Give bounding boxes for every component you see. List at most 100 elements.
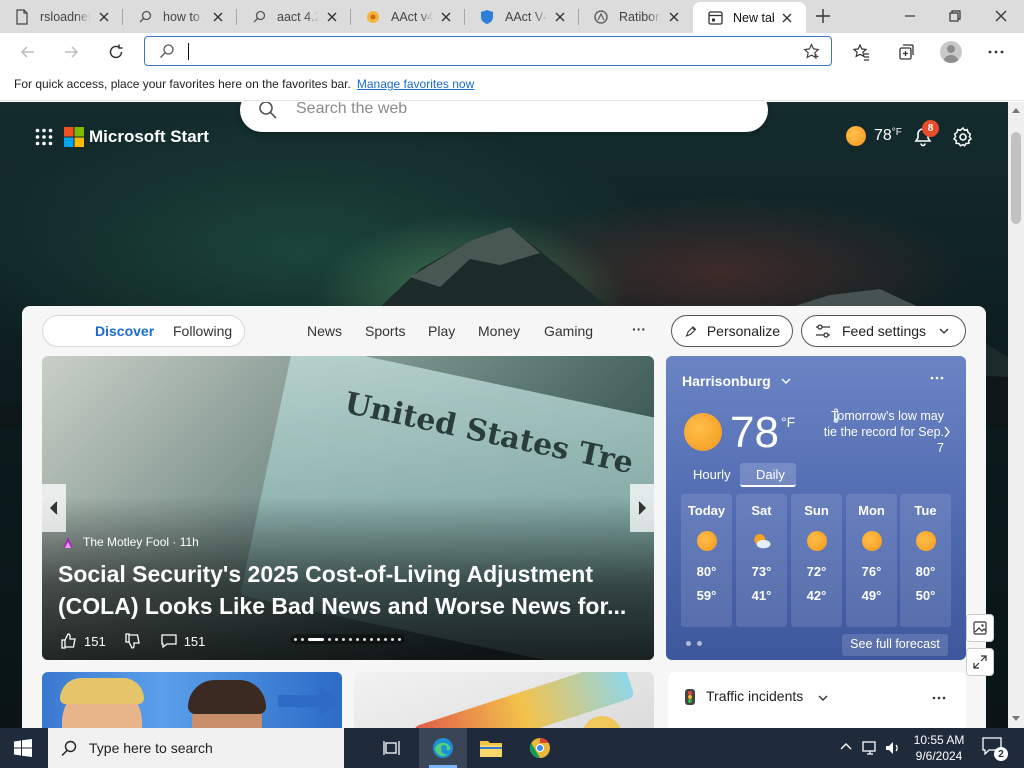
motley-fool-logo-icon [63,537,73,548]
system-clock[interactable]: 10:55 AM 9/6/2024 [908,732,970,764]
chevron-down-icon[interactable] [818,693,828,703]
carousel-next-arrow[interactable] [630,484,654,532]
add-favorite-star-icon[interactable] [803,43,820,60]
like-thumbs-up-icon[interactable] [60,632,78,650]
comment-count: 151 [183,633,206,649]
category-gaming[interactable]: Gaming [544,323,593,339]
article-reactions: 151 151 [60,632,205,650]
close-icon[interactable] [211,10,225,24]
tab-rsloadnet[interactable]: rsloadnet [0,0,123,33]
carousel-prev-arrow[interactable] [42,484,66,532]
weather-location[interactable]: Harrisonburg [682,373,791,389]
profile-avatar[interactable] [940,41,962,63]
header-weather[interactable]: 78 °F [846,126,902,146]
settings-gear-icon[interactable] [952,126,974,148]
scroll-down-arrow-icon[interactable] [1012,716,1020,722]
collections-icon[interactable] [896,42,916,62]
forecast-day[interactable]: Sun 72° 42° [791,494,842,627]
see-full-forecast-link[interactable]: See full forecast [842,634,948,656]
traffic-card[interactable]: Traffic incidents [668,672,966,728]
scroll-up-arrow-icon[interactable] [1012,107,1020,113]
app-launcher-grid-icon[interactable] [35,128,53,146]
edge-taskbar-button[interactable] [419,728,467,768]
scroll-thumb[interactable] [1011,132,1021,224]
news-card-politics[interactable] [42,672,342,728]
back-arrow-icon[interactable] [18,42,38,62]
favorites-star-icon[interactable] [851,42,871,62]
more-options-icon[interactable] [986,42,1006,62]
site-icon [593,9,609,25]
feed-settings-label: Feed settings [842,323,927,339]
personalize-button[interactable]: Personalize [671,315,793,347]
tab-title: New tab [733,10,774,25]
tab-ratiborus[interactable]: Ratiborus [579,0,693,33]
chevron-up-icon[interactable] [840,742,852,750]
tab-aact-search[interactable]: aact 4.2.2 [237,0,351,33]
forecast-day[interactable]: Today 80° 59° [681,494,732,627]
minimize-icon[interactable] [900,6,920,26]
new-tab-page-icon [707,10,723,26]
background-image-button[interactable] [966,614,994,642]
category-play[interactable]: Play [428,323,455,339]
tab-aact-v4[interactable]: AAct v4.2.2 [351,0,465,33]
weather-pager[interactable] [686,641,702,646]
chrome-taskbar-button[interactable] [516,728,564,768]
close-icon[interactable] [667,10,681,24]
file-explorer-button[interactable] [467,728,515,768]
forecast-day[interactable]: Mon 76° 49° [846,494,897,627]
traffic-title[interactable]: Traffic incidents [706,688,803,704]
current-temp: 78 [730,408,779,457]
category-sports[interactable]: Sports [365,323,405,339]
close-icon[interactable] [325,10,339,24]
forecast-day[interactable]: Sat 73° 41° [736,494,787,627]
network-icon[interactable] [862,740,880,756]
action-center-button[interactable]: 2 [982,737,1008,761]
dislike-thumbs-down-icon[interactable] [124,632,142,650]
feed-settings-button[interactable]: Feed settings [801,315,966,347]
tab-aact-v42[interactable]: AAct V4.2 [465,0,579,33]
web-search-box[interactable]: Search the web [240,102,768,132]
refresh-icon[interactable] [106,42,126,62]
like-count: 151 [84,633,106,649]
taskbar-search-box[interactable]: Type here to search [48,728,344,768]
more-options-icon[interactable] [930,376,944,380]
weather-alert-note[interactable]: Tomorrow's low may tie the record for Se… [816,408,944,456]
news-card-markets[interactable] [354,672,654,728]
category-money[interactable]: Money [478,323,520,339]
windows-start-icon[interactable] [14,739,32,757]
more-options-icon[interactable] [932,696,946,700]
page-scrollbar[interactable] [1008,102,1024,728]
carousel-indicator[interactable] [290,634,405,644]
forward-arrow-icon[interactable] [61,42,81,62]
tab-hourly[interactable]: Hourly [693,467,731,482]
close-icon[interactable] [553,10,567,24]
close-window-icon[interactable] [991,6,1011,26]
article-source[interactable]: The Motley Fool · 11h [60,534,199,550]
article-headline[interactable]: Social Security's 2025 Cost-of-Living Ad… [58,558,638,622]
address-bar[interactable] [144,36,832,66]
new-tab-plus-icon[interactable] [813,6,833,26]
chevron-right-icon[interactable] [943,426,951,438]
more-categories-icon[interactable]: ··· [632,321,646,337]
tab-daily[interactable]: Daily [756,467,785,482]
task-view-icon [383,741,400,755]
restore-icon[interactable] [945,6,965,26]
task-view-button[interactable] [368,728,416,768]
expand-button[interactable] [966,648,994,676]
tab-new-tab[interactable]: New tab [693,2,806,33]
tab-following[interactable]: Following [173,323,232,339]
close-icon[interactable] [780,11,794,25]
brand-name[interactable]: Microsoft Start [89,127,209,147]
forecast-day[interactable]: Tue 80° 50° [900,494,951,627]
close-icon[interactable] [439,10,453,24]
hero-article-card[interactable]: United States Tre The Motley Fool · 11h … [42,356,654,660]
manage-favorites-link[interactable]: Manage favorites now [357,77,474,91]
comment-icon[interactable] [160,632,178,650]
tab-how-to[interactable]: how to n [123,0,237,33]
volume-icon[interactable] [884,740,902,756]
close-icon[interactable] [97,10,111,24]
tab-discover[interactable]: Discover [95,323,154,339]
feed-panel: Discover Following News Sports Play Mone… [22,306,986,728]
category-news[interactable]: News [307,323,342,339]
weather-card[interactable]: Harrisonburg 78 °F Tomorrow's low may ti… [666,356,966,660]
